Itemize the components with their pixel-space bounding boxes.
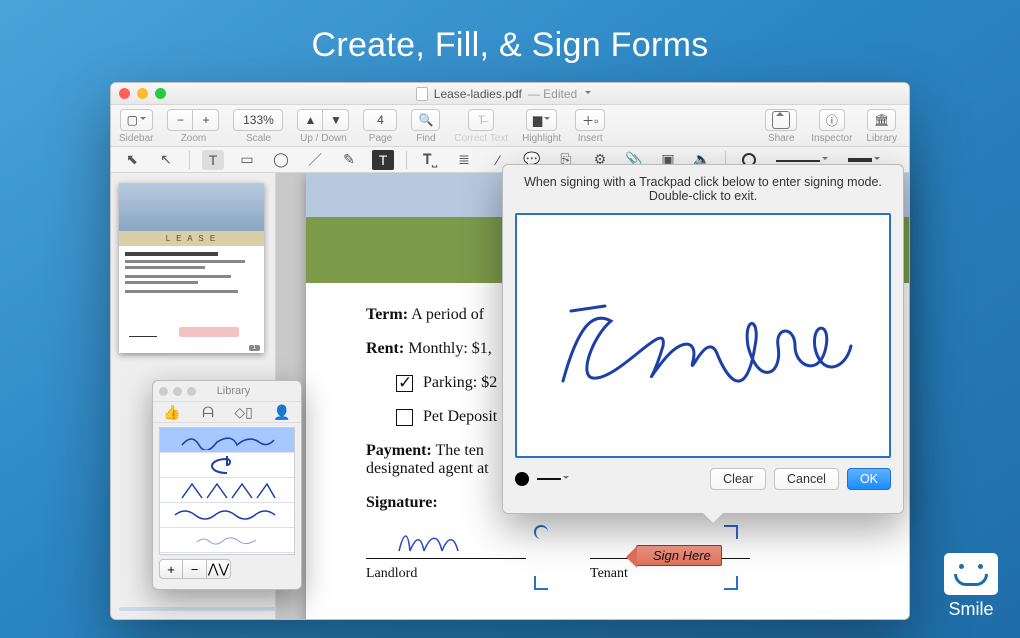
main-toolbar: ▢ Sidebar − + Zoom 133% Scale ▲ ▼ Up / D… <box>111 105 909 147</box>
library-tab-people[interactable]: 👤 <box>273 404 290 421</box>
library-item-signature-4[interactable] <box>160 503 294 528</box>
traffic-lights <box>119 88 166 99</box>
library-item-signature-5[interactable] <box>160 528 294 553</box>
zoom-in-button[interactable]: + <box>193 109 219 131</box>
library-item-signature-3[interactable] <box>160 478 294 503</box>
window-titlebar: Lease-ladies.pdf — Edited <box>111 83 909 105</box>
library-button[interactable]: 🏛 <box>867 109 896 131</box>
edited-badge: — Edited <box>528 87 577 101</box>
scale-label: Scale <box>246 133 271 144</box>
maximize-button[interactable] <box>155 88 166 99</box>
inspector-label: Inspector <box>811 133 852 144</box>
close-button[interactable] <box>119 88 130 99</box>
brand-name: Smile <box>948 599 993 619</box>
ink-color-picker[interactable] <box>515 472 529 486</box>
text-tool[interactable]: T <box>202 150 224 170</box>
correct-label: Correct Text <box>454 133 508 144</box>
library-label: Library <box>866 133 897 144</box>
petdeposit-text: Pet Deposit <box>423 408 497 425</box>
library-titlebar[interactable]: Library <box>153 381 301 401</box>
highlight-button[interactable]: ▆ <box>526 109 557 131</box>
brand-logo: Smile <box>944 553 998 620</box>
page-thumbnail[interactable]: L E A S E 1 <box>119 183 264 353</box>
freehand-tool[interactable]: ✎ <box>338 150 360 170</box>
payment-line2: designated agent at <box>366 460 489 477</box>
library-settings-button[interactable]: ⋀⋁ <box>207 559 231 579</box>
library-list[interactable] <box>159 427 295 555</box>
edit-tool-arrow[interactable]: ↖ <box>155 150 177 170</box>
scale-field[interactable]: 133% <box>233 109 283 131</box>
clear-button[interactable]: Clear <box>710 468 766 490</box>
signature-drawing-pad[interactable] <box>515 213 891 458</box>
minimize-button[interactable] <box>137 88 148 99</box>
library-item-signature-1[interactable] <box>160 428 294 453</box>
signature-instructions: When signing with a Trackpad click below… <box>503 165 903 213</box>
circle-tool[interactable]: ◯ <box>270 150 292 170</box>
page-label: Page <box>369 133 392 144</box>
payment-label: Payment: <box>366 442 432 459</box>
indent-tool[interactable]: ≣ <box>453 150 475 170</box>
ok-button[interactable]: OK <box>847 468 891 490</box>
tenant-label: Tenant <box>590 566 628 582</box>
signature-label: Signature: <box>366 494 438 511</box>
term-text: A period of <box>408 306 484 323</box>
library-add-button[interactable]: + <box>159 559 183 579</box>
rent-label: Rent: <box>366 340 404 357</box>
landlord-signature-line[interactable]: Landlord <box>366 558 526 559</box>
rect-tool[interactable]: ▭ <box>236 150 258 170</box>
landlord-label: Landlord <box>366 566 417 582</box>
updown-label: Up / Down <box>300 133 347 144</box>
share-label: Share <box>768 133 795 144</box>
insert-label: Insert <box>578 133 603 144</box>
library-tab-signatures[interactable]: ᗩ <box>201 404 214 421</box>
page-up-button[interactable]: ▲ <box>297 109 323 131</box>
marketing-headline: Create, Fill, & Sign Forms <box>0 26 1020 65</box>
term-label: Term: <box>366 306 408 323</box>
redact-tool[interactable]: T <box>372 150 394 170</box>
page-field[interactable]: 4 <box>363 109 397 131</box>
sidebar-toggle-button[interactable]: ▢ <box>120 109 153 131</box>
sign-here-tag[interactable]: Sign Here <box>636 545 722 566</box>
form-text-tool[interactable]: 𝐓⎵ <box>419 150 441 170</box>
select-tool-arrow[interactable]: ⬉ <box>121 150 143 170</box>
line-tool[interactable]: ／ <box>304 150 326 170</box>
parking-checkbox[interactable] <box>396 375 413 392</box>
library-remove-button[interactable]: − <box>183 559 207 579</box>
cancel-button[interactable]: Cancel <box>774 468 839 490</box>
parking-text: Parking: $2 <box>423 374 497 391</box>
zoom-out-button[interactable]: − <box>167 109 193 131</box>
page-down-button[interactable]: ▼ <box>323 109 349 131</box>
insert-button[interactable]: ＋▫ <box>575 109 605 131</box>
share-button[interactable] <box>765 109 797 131</box>
thumb-page-number: 1 <box>249 345 260 351</box>
filename: Lease-ladies.pdf <box>434 87 522 101</box>
library-tab-shapes[interactable]: ◇▯ <box>234 404 252 421</box>
window-title: Lease-ladies.pdf — Edited <box>166 87 841 101</box>
library-item-signature-2[interactable] <box>160 453 294 478</box>
library-title: Library <box>196 385 271 397</box>
inspector-button[interactable]: ⓘ <box>819 109 845 131</box>
zoom-label: Zoom <box>181 133 207 144</box>
sidebar-label: Sidebar <box>119 133 153 144</box>
library-tab-stamps[interactable]: 👍 <box>163 404 180 421</box>
correct-text-button: T̶ <box>468 109 494 131</box>
find-label: Find <box>416 133 435 144</box>
thumb-lease-banner: L E A S E <box>119 231 264 246</box>
ink-weight-picker[interactable] <box>537 476 569 482</box>
title-dropdown-icon[interactable] <box>585 91 591 97</box>
rent-text: Monthly: $1, <box>404 340 492 357</box>
highlight-label: Highlight <box>522 133 561 144</box>
document-icon <box>416 87 428 101</box>
signature-popover: When signing with a Trackpad click below… <box>502 164 904 514</box>
payment-text: The ten <box>432 442 484 459</box>
petdeposit-checkbox[interactable] <box>396 409 413 426</box>
find-button[interactable]: 🔍 <box>411 109 440 131</box>
library-palette[interactable]: Library 👍 ᗩ ◇▯ 👤 + − ⋀⋁ <box>152 380 302 590</box>
